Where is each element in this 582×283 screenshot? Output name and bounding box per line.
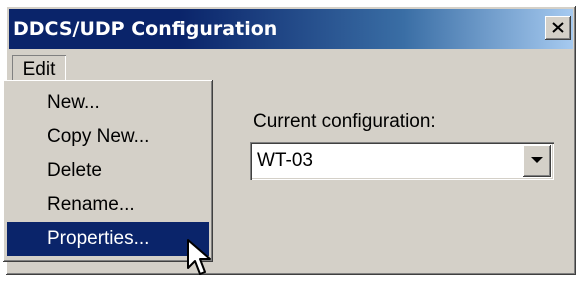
configuration-select[interactable]: WT-03 <box>250 142 554 180</box>
mouse-cursor-icon <box>186 238 212 283</box>
close-icon <box>552 22 564 33</box>
menu-item-delete[interactable]: Delete <box>7 154 209 188</box>
title-bar[interactable]: DDCS/UDP Configuration <box>9 9 573 49</box>
menu-item-copy-new[interactable]: Copy New... <box>7 120 209 154</box>
current-configuration-label: Current configuration: <box>253 111 436 132</box>
menu-item-rename[interactable]: Rename... <box>7 188 209 222</box>
close-button[interactable] <box>545 16 571 40</box>
menu-item-new[interactable]: New... <box>7 86 209 120</box>
chevron-down-icon <box>531 157 543 163</box>
menu-item-properties[interactable]: Properties... <box>7 222 209 256</box>
window-title: DDCS/UDP Configuration <box>13 18 278 40</box>
dropdown-button[interactable] <box>523 145 551 177</box>
configuration-value: WT-03 <box>257 150 313 171</box>
edit-menu-dropdown: New... Copy New... Delete Rename... Prop… <box>3 80 213 262</box>
